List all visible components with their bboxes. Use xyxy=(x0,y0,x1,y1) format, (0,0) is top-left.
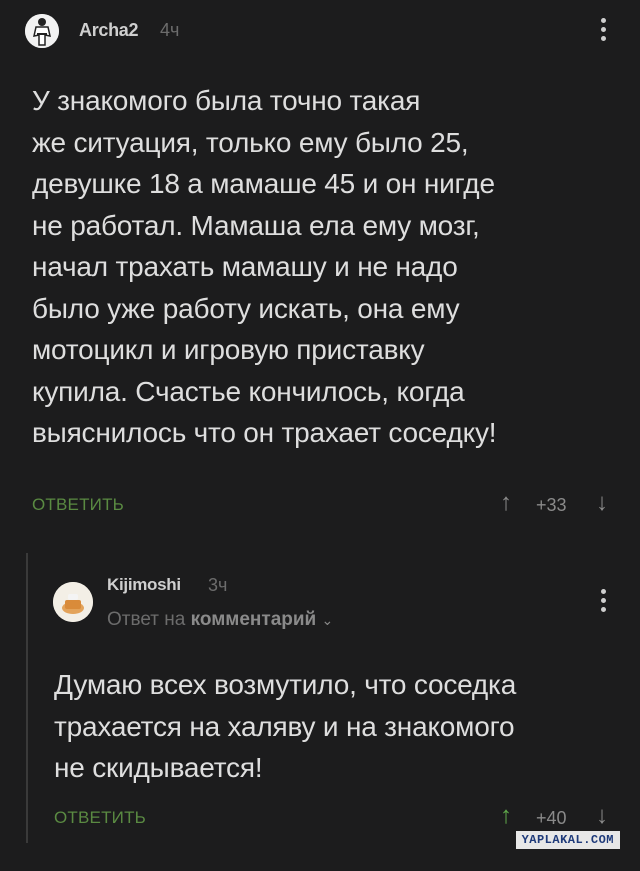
upvote-arrow-icon[interactable]: ↑ xyxy=(500,491,512,515)
thread-indent-line xyxy=(26,553,28,843)
karate-avatar-icon xyxy=(25,14,59,48)
comment-text: У знакомого была точно такая же ситуация… xyxy=(32,85,497,448)
comment-text: Думаю всех возмутило, что соседка трахае… xyxy=(54,669,517,783)
comment-score: +40 xyxy=(536,808,567,828)
reply-button[interactable]: ОТВЕТИТЬ xyxy=(32,495,124,515)
more-options-icon[interactable] xyxy=(600,18,606,41)
avatar[interactable] xyxy=(53,582,93,622)
downvote-arrow-icon[interactable]: ↓ xyxy=(596,491,608,515)
downvote-arrow-icon[interactable]: ↓ xyxy=(596,804,608,828)
comment-author[interactable]: Kijimoshi xyxy=(107,575,181,595)
upvote-arrow-icon[interactable]: ↑ xyxy=(500,804,512,828)
comment-time: 4ч xyxy=(160,20,180,40)
reply-to-link[interactable]: Ответ на комментарий ⌄ xyxy=(107,609,333,631)
more-options-icon[interactable] xyxy=(600,589,606,612)
comment-author[interactable]: Archa2 xyxy=(79,20,139,41)
food-avatar-icon xyxy=(53,582,93,622)
reply-button[interactable]: ОТВЕТИТЬ xyxy=(54,808,146,828)
chevron-down-icon: ⌄ xyxy=(321,612,334,628)
avatar[interactable] xyxy=(25,14,59,48)
comment-score: +33 xyxy=(536,495,567,515)
site-watermark: YAPLAKAL.COM xyxy=(515,831,620,849)
comment-time: 3ч xyxy=(208,575,228,595)
